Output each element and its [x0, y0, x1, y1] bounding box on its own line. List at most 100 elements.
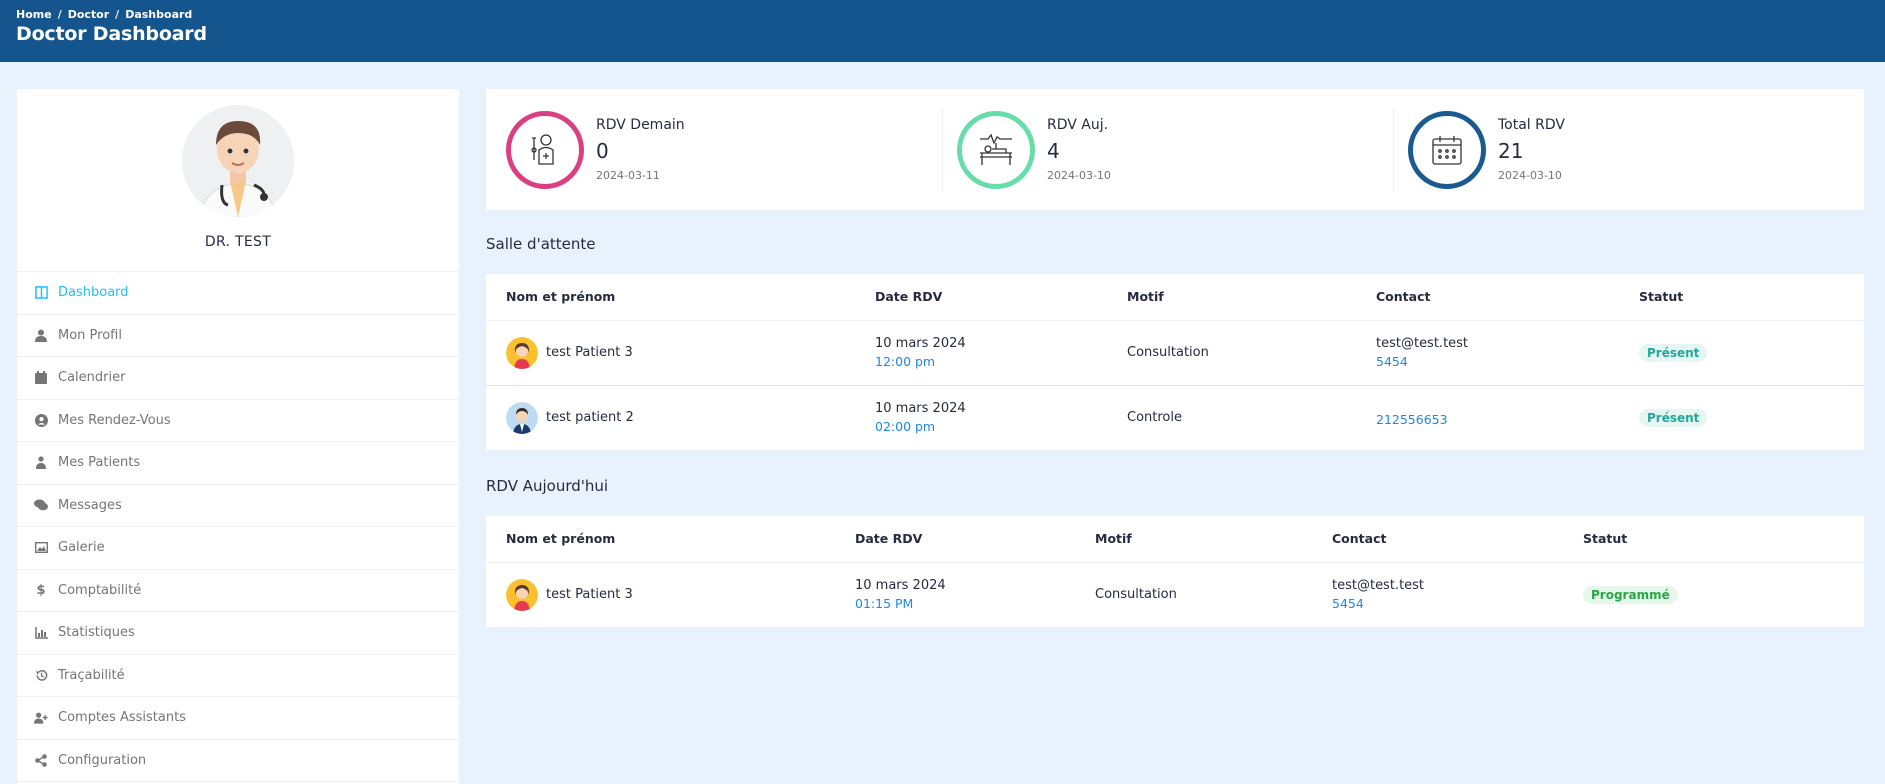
stat-ring: [506, 110, 584, 189]
sidebar-item-tracabilite[interactable]: Traçabilité: [17, 655, 459, 697]
stat-date: 2024-03-10: [1498, 169, 1562, 182]
doctor-avatar: [182, 105, 294, 217]
sidebar-item-messages[interactable]: Messages: [17, 485, 459, 527]
column-header: Motif: [1107, 274, 1356, 321]
stat-value: 21: [1498, 139, 1524, 163]
column-header: Motif: [1075, 516, 1312, 563]
sidebar-item-label: Traçabilité: [58, 667, 125, 683]
stat-label: RDV Auj.: [1047, 117, 1109, 133]
share-icon: [34, 753, 48, 767]
user-plus-icon: [34, 711, 48, 725]
column-header: Date RDV: [855, 274, 1107, 321]
sidebar-item-label: Comptes Assistants: [58, 710, 186, 726]
sidebar-item-calendrier[interactable]: Calendrier: [17, 357, 459, 400]
patient-avatar-female: [506, 578, 538, 611]
patient-name[interactable]: test Patient 3: [546, 587, 633, 602]
contact-email: test@test.test: [1376, 336, 1469, 351]
user-icon: [34, 328, 48, 342]
stat-ring: [957, 110, 1035, 189]
sidebar-item-comptabilite[interactable]: $ Comptabilité: [17, 570, 459, 612]
sidebar-item-galerie[interactable]: Galerie: [17, 527, 459, 570]
calendar-icon: [1432, 135, 1462, 165]
image-icon: [34, 541, 48, 555]
rdv-date: 10 mars 2024: [875, 401, 966, 417]
sidebar-item-label: Galerie: [58, 540, 105, 556]
rdv-date: 10 mars 2024: [875, 336, 966, 351]
stat-label: Total RDV: [1498, 117, 1565, 133]
sidebar-item-label: Calendrier: [58, 370, 126, 386]
breadcrumb: Home / Doctor / Dashboard: [16, 8, 1869, 21]
sidebar-item-label: Comptabilité: [58, 582, 142, 598]
sidebar-item-comptes-assistants[interactable]: Comptes Assistants: [17, 697, 459, 740]
breadcrumb-separator: /: [57, 8, 62, 21]
stat-ring: [1408, 110, 1486, 189]
page-header: Home / Doctor / Dashboard Doctor Dashboa…: [0, 0, 1885, 62]
status-badge: Programmé: [1583, 585, 1678, 604]
doctor-name: DR. TEST: [204, 234, 272, 250]
sidebar-item-label: Messages: [58, 497, 122, 513]
stat-date: 2024-03-11: [596, 169, 660, 182]
sidebar-item-mon-profil[interactable]: Mon Profil: [17, 315, 459, 357]
sidebar-menu: Dashboard Mon Profil Calendrier Mes Rend…: [17, 272, 459, 782]
dollar-icon: $: [36, 582, 46, 598]
column-header: Statut: [1563, 516, 1864, 563]
table-row[interactable]: test Patient 3 10 mars 2024 01:15 PM Cons…: [486, 562, 1864, 627]
contact-phone[interactable]: 212556653: [1376, 412, 1619, 427]
column-header: Date RDV: [835, 516, 1075, 563]
stat-rdv-auj: RDV Auj. 4 2024-03-10: [943, 108, 1394, 191]
stat-total-rdv: Total RDV 21 2024-03-10: [1394, 108, 1844, 191]
breadcrumb-home[interactable]: Home: [16, 8, 52, 21]
stat-date: 2024-03-10: [1047, 169, 1111, 182]
stats-card: RDV Demain 0 2024-03-11 RDV Auj. 4 2024-…: [486, 89, 1864, 210]
sidebar-item-label: Statistiques: [58, 625, 135, 641]
rdv-motif: Consultation: [1095, 587, 1177, 603]
sidebar-item-label: Configuration: [58, 752, 147, 768]
columns-icon: [34, 286, 48, 300]
sidebar-item-rendez-vous[interactable]: Mes Rendez-Vous: [17, 400, 459, 442]
today-appointments-table: Nom et prénom Date RDV Motif Contact Sta…: [486, 516, 1864, 627]
sidebar-item-label: Mes Rendez-Vous: [58, 412, 171, 428]
rdv-motif: Controle: [1127, 410, 1182, 426]
users-icon: [34, 456, 48, 470]
breadcrumb-separator: /: [115, 8, 120, 21]
breadcrumb-dashboard: Dashboard: [125, 8, 193, 21]
profile-card: DR. TEST: [17, 89, 459, 272]
status-badge: Présent: [1639, 343, 1708, 362]
sidebar-item-label: Mon Profil: [58, 327, 122, 343]
hospital-bed-icon: [980, 133, 1012, 165]
sidebar: DR. TEST Dashboard Mon Profil Calendrier…: [17, 89, 459, 784]
sidebar-item-label: Mes Patients: [58, 455, 141, 471]
contact-email: test@test.test: [1332, 578, 1425, 594]
rdv-time: 12:00 pm: [875, 354, 936, 369]
rdv-motif: Consultation: [1107, 320, 1356, 386]
stat-rdv-demain: RDV Demain 0 2024-03-11: [506, 108, 943, 191]
stat-value: 0: [596, 139, 609, 163]
column-header: Statut: [1619, 274, 1864, 321]
comments-icon: [34, 498, 48, 512]
contact-phone[interactable]: 5454: [1332, 596, 1563, 611]
sidebar-item-configuration[interactable]: Configuration: [17, 740, 459, 782]
patient-avatar-male: [506, 401, 538, 434]
column-header: Contact: [1356, 274, 1619, 321]
user-circle-icon: [34, 413, 48, 427]
patient-name[interactable]: test patient 2: [546, 410, 634, 425]
rdv-time: 02:00 pm: [875, 419, 936, 435]
column-header: Nom et prénom: [486, 516, 835, 563]
contact-phone[interactable]: 5454: [1376, 354, 1619, 369]
page-title: Doctor Dashboard: [16, 23, 207, 45]
breadcrumb-doctor[interactable]: Doctor: [68, 8, 109, 21]
rdv-date: 10 mars 2024: [855, 578, 946, 594]
sidebar-item-dashboard[interactable]: Dashboard: [17, 272, 459, 315]
table-row[interactable]: test patient 2 10 mars 2024 02:00 pm Cont…: [486, 385, 1864, 450]
table-row[interactable]: test Patient 3 10 mars 2024 12:00 pm Cons…: [486, 320, 1864, 386]
section-title-waiting: Salle d'attente: [486, 235, 596, 253]
patient-icon: [531, 133, 554, 165]
history-icon: [34, 668, 48, 682]
section-title-today: RDV Aujourd'hui: [486, 477, 609, 495]
stat-value: 4: [1047, 139, 1060, 163]
sidebar-item-mes-patients[interactable]: Mes Patients: [17, 442, 459, 485]
patient-name[interactable]: test Patient 3: [546, 345, 633, 360]
stat-label: RDV Demain: [596, 117, 685, 133]
calendar-icon: [34, 371, 48, 385]
sidebar-item-statistiques[interactable]: Statistiques: [17, 612, 459, 655]
